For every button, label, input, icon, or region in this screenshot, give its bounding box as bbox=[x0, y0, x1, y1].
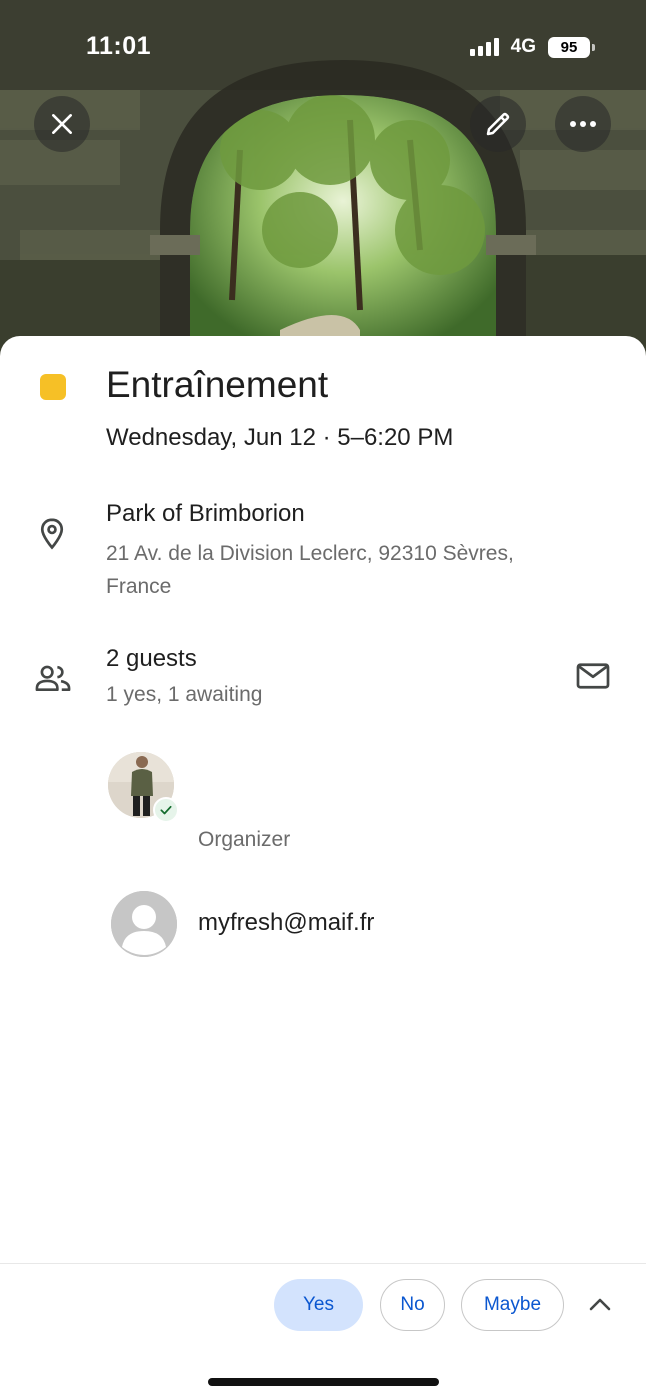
event-title: Entraînement bbox=[106, 364, 329, 405]
status-time: 11:01 bbox=[86, 32, 152, 60]
edit-button[interactable] bbox=[470, 96, 526, 152]
close-icon bbox=[52, 114, 72, 134]
network-type: 4G bbox=[510, 36, 536, 57]
guests-status: 1 yes, 1 awaiting bbox=[106, 683, 263, 706]
mail-icon bbox=[576, 663, 610, 689]
rsvp-maybe-button[interactable]: Maybe bbox=[461, 1279, 564, 1331]
person-placeholder-icon bbox=[111, 891, 177, 957]
more-options-button[interactable] bbox=[555, 96, 611, 152]
home-indicator[interactable] bbox=[208, 1378, 439, 1386]
more-horizontal-icon bbox=[570, 121, 596, 127]
people-icon bbox=[34, 660, 72, 701]
check-icon bbox=[160, 805, 172, 815]
status-indicators: 4G 95 bbox=[469, 36, 595, 58]
expand-rsvp-button[interactable] bbox=[582, 1286, 618, 1322]
location-address[interactable]: 21 Av. de la Division Leclerc, 92310 Sèv… bbox=[106, 537, 576, 603]
rsvp-no-button[interactable]: No bbox=[380, 1279, 445, 1331]
event-header-photo: 11:01 4G 95 bbox=[0, 0, 646, 360]
guest-avatar[interactable] bbox=[111, 891, 177, 957]
organizer-label: Organizer bbox=[198, 828, 291, 851]
guest-email[interactable]: myfresh@maif.fr bbox=[198, 909, 374, 937]
event-color-swatch bbox=[40, 374, 66, 400]
location-name[interactable]: Park of Brimborion bbox=[106, 500, 305, 528]
battery-icon: 95 bbox=[548, 36, 595, 58]
pencil-icon bbox=[486, 112, 510, 136]
location-pin-icon bbox=[34, 516, 70, 557]
signal-icon bbox=[469, 38, 499, 56]
event-datetime: Wednesday, Jun 12 · 5–6:20 PM bbox=[106, 424, 454, 451]
event-details-sheet bbox=[0, 336, 646, 1400]
rsvp-yes-button[interactable]: Yes bbox=[274, 1279, 363, 1331]
chevron-up-icon bbox=[589, 1298, 611, 1311]
email-guests-button[interactable] bbox=[570, 656, 616, 696]
accepted-check-badge bbox=[153, 797, 179, 823]
guests-count: 2 guests bbox=[106, 645, 197, 672]
battery-level: 95 bbox=[560, 38, 578, 56]
close-button[interactable] bbox=[34, 96, 90, 152]
